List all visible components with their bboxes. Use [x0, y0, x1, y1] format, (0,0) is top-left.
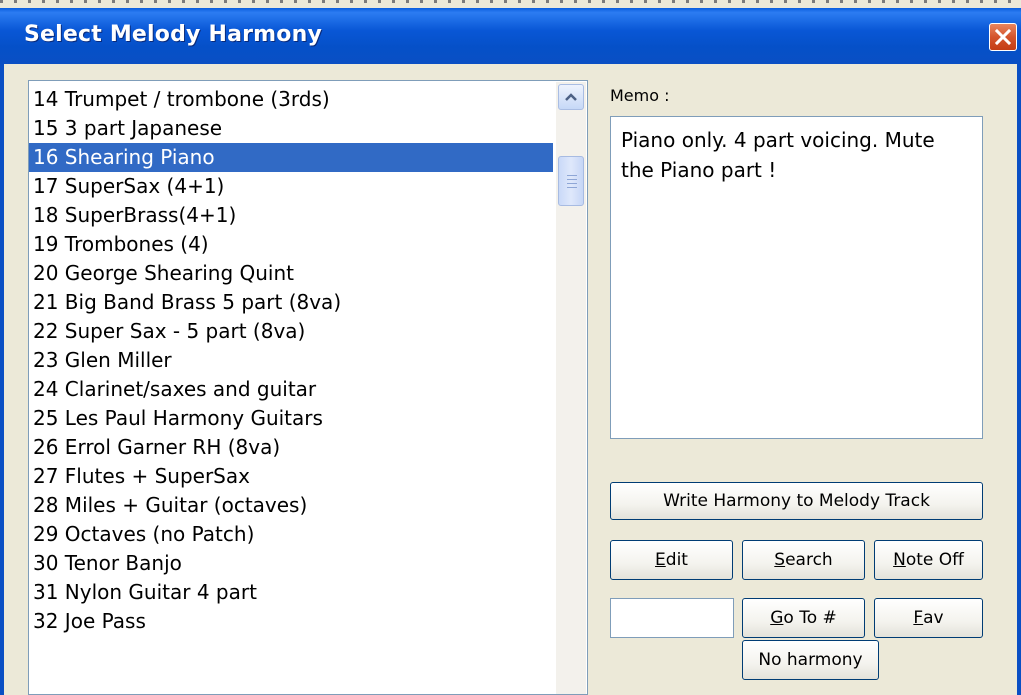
- close-button[interactable]: [989, 23, 1017, 51]
- list-item[interactable]: 20 George Shearing Quint: [29, 259, 553, 288]
- list-item[interactable]: 21 Big Band Brass 5 part (8va): [29, 288, 553, 317]
- note-off-button[interactable]: Note Off: [874, 540, 983, 580]
- window-frame-right: [1017, 64, 1021, 695]
- list-item[interactable]: 23 Glen Miller: [29, 346, 553, 375]
- scroll-up-button[interactable]: [558, 84, 584, 110]
- goto-number-input[interactable]: [610, 598, 734, 638]
- list-item[interactable]: 14 Trumpet / trombone (3rds): [29, 85, 553, 114]
- list-item[interactable]: 26 Errol Garner RH (8va): [29, 433, 553, 462]
- harmony-list-items: 14 Trumpet / trombone (3rds) 15 3 part Ja…: [29, 85, 553, 636]
- list-item[interactable]: 31 Nylon Guitar 4 part: [29, 578, 553, 607]
- list-item[interactable]: 27 Flutes + SuperSax: [29, 462, 553, 491]
- list-item[interactable]: 22 Super Sax - 5 part (8va): [29, 317, 553, 346]
- fav-label: av: [923, 608, 944, 628]
- list-item[interactable]: 25 Les Paul Harmony Guitars: [29, 404, 553, 433]
- edit-mnemonic: E: [655, 550, 666, 570]
- list-item[interactable]: 29 Octaves (no Patch): [29, 520, 553, 549]
- list-item[interactable]: 15 3 part Japanese: [29, 114, 553, 143]
- list-item[interactable]: 19 Trombones (4): [29, 230, 553, 259]
- edit-label: dit: [665, 550, 688, 570]
- note-off-label: ote Off: [905, 550, 964, 570]
- search-mnemonic: S: [774, 550, 786, 570]
- write-harmony-button[interactable]: Write Harmony to Melody Track: [610, 482, 983, 520]
- search-button[interactable]: Search: [742, 540, 865, 580]
- list-item[interactable]: 30 Tenor Banjo: [29, 549, 553, 578]
- list-item[interactable]: 16 Shearing Piano: [29, 143, 553, 172]
- memo-text: Piano only. 4 part voicing. Mute the Pia…: [610, 116, 983, 439]
- edit-button[interactable]: Edit: [610, 540, 733, 580]
- memo-label: Memo :: [610, 86, 670, 105]
- goto-mnemonic: G: [770, 608, 784, 628]
- search-label: earch: [785, 550, 833, 570]
- title-bar[interactable]: Select Melody Harmony: [0, 8, 1021, 64]
- window-title: Select Melody Harmony: [24, 22, 323, 47]
- harmony-listbox[interactable]: 14 Trumpet / trombone (3rds) 15 3 part Ja…: [28, 80, 588, 695]
- goto-button[interactable]: Go To #: [742, 598, 865, 638]
- no-harmony-button[interactable]: No harmony: [742, 640, 879, 680]
- note-off-mnemonic: N: [893, 550, 906, 570]
- window-frame-left: [0, 64, 4, 695]
- list-item[interactable]: 32 Joe Pass: [29, 607, 553, 636]
- chevron-up-icon: [565, 93, 577, 101]
- goto-label: o To #: [783, 608, 837, 628]
- fav-button[interactable]: Fav: [874, 598, 983, 638]
- vertical-scrollbar[interactable]: [556, 82, 586, 694]
- background-window-edge: [0, 0, 1021, 8]
- list-item[interactable]: 24 Clarinet/saxes and guitar: [29, 375, 553, 404]
- list-item[interactable]: 28 Miles + Guitar (octaves): [29, 491, 553, 520]
- scroll-thumb[interactable]: [558, 156, 584, 206]
- fav-mnemonic: F: [913, 608, 924, 628]
- list-item[interactable]: 18 SuperBrass(4+1): [29, 201, 553, 230]
- close-icon: [994, 28, 1012, 46]
- list-item[interactable]: 17 SuperSax (4+1): [29, 172, 553, 201]
